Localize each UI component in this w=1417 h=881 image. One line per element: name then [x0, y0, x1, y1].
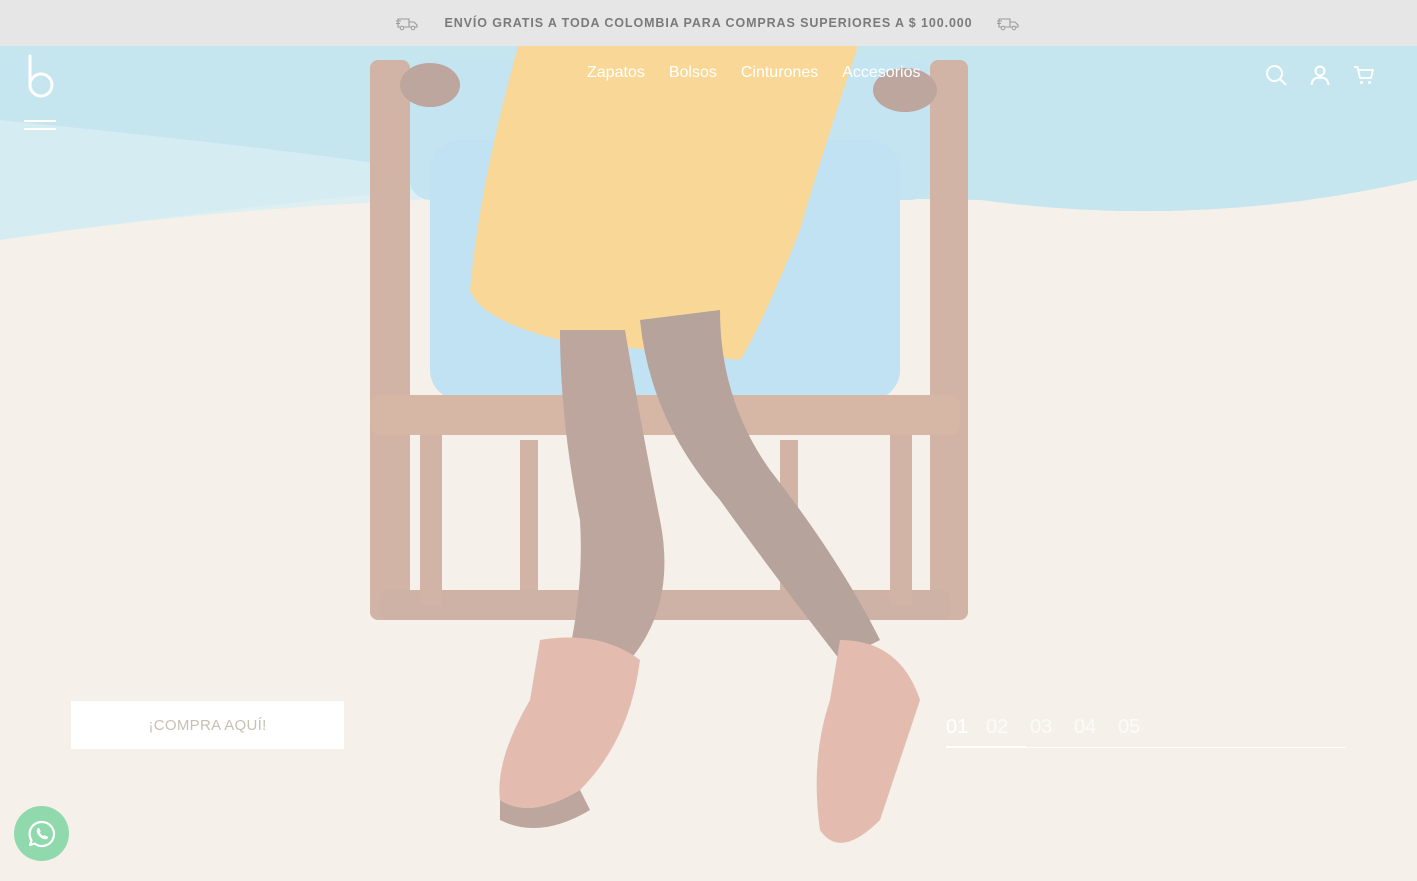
whatsapp-button[interactable]: [14, 806, 69, 861]
slide-indicator-01[interactable]: 01: [946, 714, 986, 740]
slider-progress-bar: [946, 746, 1026, 748]
nav-item-bolsos[interactable]: Bolsos: [669, 64, 717, 82]
hamburger-menu-icon[interactable]: [24, 118, 56, 132]
slider-pager: 01 02 03 04 05: [946, 714, 1346, 750]
nav-item-cinturones[interactable]: Cinturones: [741, 64, 818, 82]
delivery-truck-icon: [996, 18, 1019, 31]
nav-item-accesorios[interactable]: Accesorios: [842, 64, 920, 82]
nav-item-zapatos[interactable]: Zapatos: [587, 64, 645, 82]
slide-indicator-03[interactable]: 03: [1030, 714, 1074, 740]
main-nav: Zapatos Bolsos Cinturones Accesorios: [587, 64, 920, 82]
announcement-bar: ENVÍO GRATIS A TODA COLOMBIA PARA COMPRA…: [0, 0, 1417, 46]
shop-now-button[interactable]: ¡COMPRA AQUÍ!: [71, 701, 344, 749]
delivery-truck-icon: [396, 18, 419, 31]
slide-indicator-02[interactable]: 02: [986, 714, 1030, 740]
slide-indicator-05[interactable]: 05: [1118, 714, 1162, 740]
cart-icon[interactable]: [1353, 64, 1375, 86]
whatsapp-icon: [28, 820, 55, 847]
slide-indicator-04[interactable]: 04: [1074, 714, 1118, 740]
b-logo-icon[interactable]: [26, 54, 58, 100]
header-actions: [1265, 64, 1375, 86]
announcement-text: ENVÍO GRATIS A TODA COLOMBIA PARA COMPRA…: [444, 16, 973, 30]
user-icon[interactable]: [1309, 64, 1331, 86]
site-header: Zapatos Bolsos Cinturones Accesorios: [0, 46, 1417, 136]
search-icon[interactable]: [1265, 64, 1287, 86]
